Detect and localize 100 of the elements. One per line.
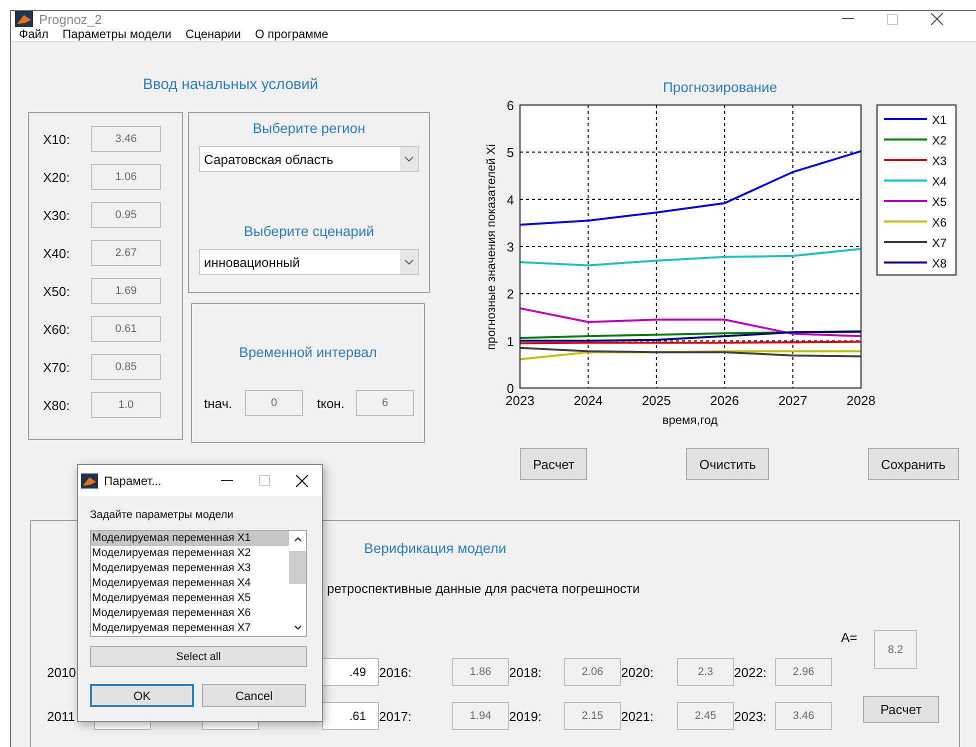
scenario-dropdown[interactable]: инновационный — [199, 249, 419, 275]
close-icon[interactable] — [931, 13, 943, 25]
value-field[interactable]: 3.46 — [91, 126, 161, 152]
year-label: 2019: — [509, 708, 542, 724]
legend-label: X7 — [932, 236, 947, 250]
value-field[interactable]: 1.06 — [91, 164, 161, 190]
year-label: 2017: — [379, 708, 412, 724]
axis-label: прогнозные значения показателей Xi — [484, 144, 498, 350]
year-label: 2020: — [621, 664, 654, 680]
list-item[interactable]: Моделируемая переменная X6 — [91, 606, 289, 621]
region-dropdown[interactable]: Саратовская область — [199, 146, 419, 172]
action-button[interactable]: Расчет — [520, 448, 588, 480]
list-item[interactable]: Моделируемая переменная X2 — [91, 546, 289, 561]
value-field[interactable]: 2.67 — [91, 240, 161, 266]
app-logo-icon — [15, 11, 33, 27]
year-label: 2016: — [379, 664, 412, 680]
field-label: X70: — [43, 360, 71, 374]
value-field[interactable]: 0.61 — [91, 316, 161, 342]
chevron-down-icon — [400, 147, 418, 171]
value-field[interactable]: 2.3 — [677, 658, 734, 686]
value-field[interactable]: 1.69 — [91, 278, 161, 304]
panel-title: Верификация модели — [364, 540, 506, 556]
tick-label: 2027 — [778, 393, 808, 408]
chart-title: Прогнозирование — [662, 79, 778, 97]
window-title: Prognoz_2 — [39, 12, 102, 26]
year-label: 2023: — [734, 708, 767, 724]
list-item[interactable]: Моделируемая переменная X3 — [91, 561, 289, 576]
value-field[interactable]: 2.96 — [775, 658, 832, 686]
tick-label: 2024 — [574, 393, 603, 408]
tick-label: 6 — [506, 98, 514, 113]
field-label: X30: — [43, 208, 71, 222]
menu-item[interactable]: Файл — [19, 27, 49, 41]
field-label: X40: — [43, 246, 71, 260]
field-label: tкон. — [317, 396, 346, 410]
menu-item[interactable]: О программе — [254, 27, 328, 41]
ok-button[interactable]: OK — [90, 684, 194, 707]
minimize-icon[interactable] — [221, 480, 233, 482]
minimize-icon[interactable] — [842, 18, 854, 20]
value-field[interactable]: 3.46 — [775, 702, 832, 730]
axis-label: время,год — [662, 413, 718, 427]
tick-label: 3 — [506, 240, 514, 254]
tick-label: 2026 — [710, 393, 740, 408]
legend-label: X6 — [932, 216, 947, 230]
field-label: A= — [841, 630, 858, 645]
scroll-down-icon[interactable] — [292, 624, 302, 632]
value-field[interactable]: 0.85 — [91, 354, 161, 380]
field-label: X60: — [43, 322, 71, 336]
tick-label: 4 — [506, 192, 514, 208]
dialog-title: Парамет... — [104, 474, 162, 488]
panel-title: Выберите сценарий — [242, 223, 376, 241]
select-all-button[interactable]: Select all — [90, 646, 307, 667]
value-field[interactable]: 1.0 — [91, 392, 161, 418]
value-field[interactable]: 2.06 — [564, 658, 621, 686]
close-icon[interactable] — [296, 474, 308, 486]
action-button[interactable]: Сохранить — [868, 448, 959, 480]
action-button[interactable]: Очистить — [686, 448, 769, 480]
end-field[interactable]: 6 — [356, 390, 414, 416]
field-label: X50: — [43, 284, 71, 298]
legend-label: X1 — [932, 113, 947, 127]
legend-label: X8 — [932, 256, 947, 270]
list-item[interactable]: Моделируемая переменная X4 — [91, 576, 289, 591]
value-field[interactable]: 1.86 — [452, 658, 509, 686]
start-field[interactable]: 0 — [245, 390, 303, 416]
value-field[interactable]: 2.15 — [564, 702, 621, 730]
tick-label: 1 — [506, 334, 514, 349]
tick-label: 0 — [506, 381, 514, 396]
list-item[interactable]: Моделируемая переменная X7 — [91, 621, 289, 636]
year-label: 2011 — [47, 708, 75, 724]
dialog-prompt: Задайте параметры модели — [90, 509, 234, 523]
scroll-up-icon[interactable] — [292, 535, 302, 543]
panel-title: Выберите регион — [252, 120, 366, 138]
list-item[interactable]: Моделируемая переменная X1 — [91, 531, 289, 546]
value-field[interactable]: .61 — [322, 702, 379, 730]
value-field[interactable]: 2.45 — [677, 702, 734, 730]
result-field[interactable]: 8.2 — [874, 630, 917, 669]
app-logo-icon — [81, 472, 98, 488]
panel-title: Временной интервал — [238, 344, 378, 360]
value-field[interactable]: 0.95 — [91, 202, 161, 228]
year-label: 2021: — [621, 708, 654, 724]
field-label: X80: — [43, 398, 71, 412]
tick-label: 2028 — [846, 393, 876, 408]
value-field[interactable]: 1.94 — [452, 702, 509, 730]
legend-label: X3 — [932, 154, 947, 168]
menu-item[interactable]: Параметры модели — [62, 27, 172, 41]
tick-label: 5 — [506, 145, 514, 160]
tick-label: 2 — [506, 286, 514, 302]
field-label: X10: — [43, 132, 71, 146]
chevron-down-icon — [400, 250, 418, 274]
section-title: Ввод начальных условий — [142, 76, 320, 95]
menu-item[interactable]: Сценарии — [185, 27, 241, 41]
field-label: X20: — [43, 170, 71, 184]
list-item[interactable]: Моделируемая переменная X5 — [91, 591, 289, 606]
cancel-button[interactable]: Cancel — [202, 684, 306, 707]
value-field[interactable]: .49 — [322, 658, 379, 686]
tick-label: 2023 — [506, 393, 534, 408]
tick-label: 2025 — [642, 393, 671, 408]
legend-label: X4 — [932, 174, 947, 188]
instruction-text: ретроспективные данные для расчета погрешности — [327, 581, 640, 596]
calculate-button[interactable]: Расчет — [863, 696, 939, 723]
field-label: tнач. — [204, 396, 234, 410]
